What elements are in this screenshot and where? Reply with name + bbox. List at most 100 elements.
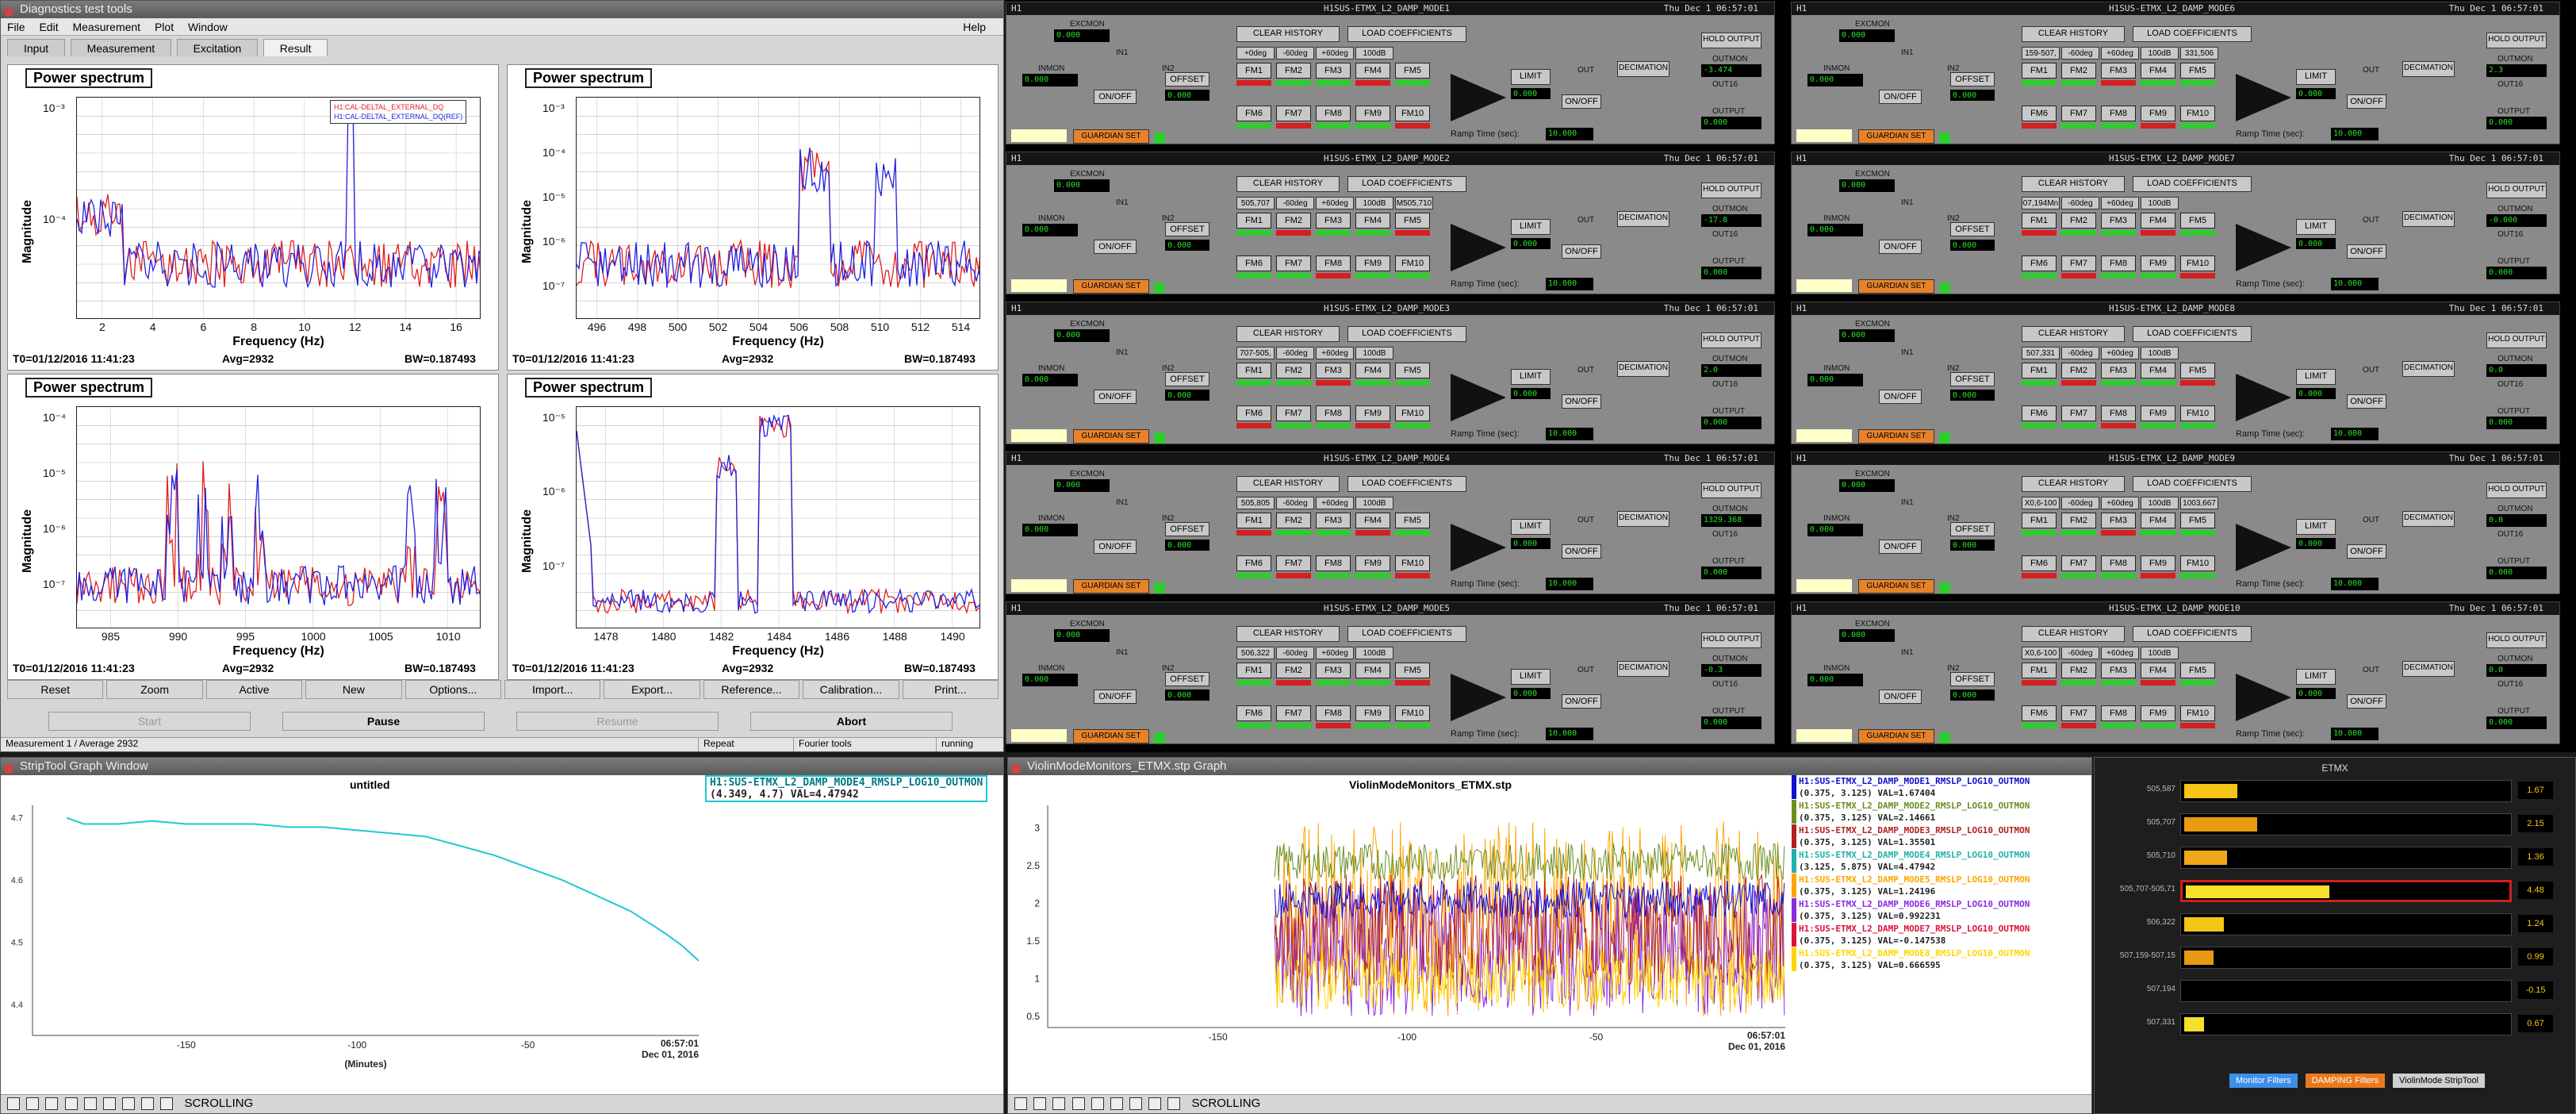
guardian-set-button[interactable]: GUARDIAN SET [1073, 129, 1149, 144]
guardian-set-button[interactable]: GUARDIAN SET [1858, 429, 1934, 444]
load-coefficients-button[interactable]: LOAD COEFFICIENTS [2133, 26, 2252, 42]
hold-output-button[interactable]: HOLD OUTPUT [1701, 33, 1761, 48]
offset-button[interactable]: OFFSET [1165, 672, 1209, 686]
fm6-button[interactable]: FM6 [1236, 705, 1271, 721]
fm9-button[interactable]: FM9 [1355, 405, 1390, 421]
scroll-right-icon[interactable] [1033, 1097, 1047, 1111]
close-icon[interactable] [4, 764, 13, 774]
gain-triangle[interactable] [2236, 524, 2291, 571]
gain-triangle[interactable] [2236, 674, 2291, 721]
fm3-button[interactable]: FM3 [1316, 663, 1351, 678]
fm1-button[interactable]: FM1 [2022, 663, 2057, 678]
abort-button[interactable]: Abort [750, 712, 953, 731]
refresh-icon[interactable] [1129, 1097, 1143, 1111]
offset-button[interactable]: OFFSET [1950, 522, 1995, 536]
fm10-button[interactable]: FM10 [2180, 106, 2215, 121]
decimation-button[interactable]: DECIMATION [1617, 511, 1669, 527]
fm8-button[interactable]: FM8 [2101, 705, 2136, 721]
fm10-button[interactable]: FM10 [2180, 405, 2215, 421]
dtt-titlebar[interactable]: Diagnostics test tools [1, 1, 1003, 18]
onoff-button[interactable]: ON/OFF [1094, 90, 1137, 104]
legend-item[interactable]: H1:SUS-ETMX_L2_DAMP_MODE5_RMSLP_LOG10_OU… [1792, 874, 2030, 897]
output-onoff-button[interactable]: ON/OFF [1562, 94, 1601, 109]
fm6-button[interactable]: FM6 [1236, 106, 1271, 121]
decimation-button[interactable]: DECIMATION [1617, 211, 1669, 227]
onoff-button[interactable]: ON/OFF [1094, 540, 1137, 554]
menu-measurement[interactable]: Measurement [72, 21, 140, 33]
fm8-button[interactable]: FM8 [1316, 255, 1351, 271]
close-icon[interactable] [4, 7, 13, 17]
fm4-button[interactable]: FM4 [1355, 363, 1390, 378]
limit-button[interactable]: LIMIT [2296, 669, 2336, 685]
clear-history-button[interactable]: CLEAR HISTORY [1236, 26, 1340, 42]
pause-icon[interactable] [1148, 1097, 1162, 1111]
scroll-right-icon[interactable] [26, 1097, 40, 1111]
fm4-button[interactable]: FM4 [1355, 213, 1390, 229]
menu-plot[interactable]: Plot [155, 21, 174, 33]
guardian-field[interactable] [1796, 129, 1852, 142]
reference-button[interactable]: Reference... [703, 680, 800, 699]
gain-triangle[interactable] [1451, 74, 1506, 121]
hold-output-button[interactable]: HOLD OUTPUT [2486, 33, 2547, 48]
onoff-button[interactable]: ON/OFF [1094, 240, 1137, 254]
guardian-set-button[interactable]: GUARDIAN SET [1073, 729, 1149, 743]
close-icon[interactable] [1011, 764, 1021, 774]
fm10-button[interactable]: FM10 [1395, 705, 1430, 721]
hold-output-button[interactable]: HOLD OUTPUT [1701, 632, 1761, 648]
guardian-set-button[interactable]: GUARDIAN SET [1073, 279, 1149, 294]
load-coefficients-button[interactable]: LOAD COEFFICIENTS [2133, 626, 2252, 642]
fm9-button[interactable]: FM9 [2141, 405, 2175, 421]
zoom-in-icon[interactable] [1052, 1097, 1066, 1111]
gain-triangle[interactable] [1451, 374, 1506, 421]
menu-window[interactable]: Window [188, 21, 228, 33]
limit-button[interactable]: LIMIT [2296, 219, 2336, 235]
hold-output-button[interactable]: HOLD OUTPUT [1701, 182, 1761, 198]
damping-filters-button[interactable]: DAMPING Filters [2305, 1074, 2386, 1088]
fm7-button[interactable]: FM7 [1276, 255, 1311, 271]
fm2-button[interactable]: FM2 [1276, 213, 1311, 229]
output-onoff-button[interactable]: ON/OFF [2347, 94, 2386, 109]
load-coefficients-button[interactable]: LOAD COEFFICIENTS [2133, 326, 2252, 342]
output-onoff-button[interactable]: ON/OFF [2347, 544, 2386, 559]
pause-icon[interactable] [141, 1097, 155, 1111]
fm3-button[interactable]: FM3 [1316, 513, 1351, 528]
reset-button[interactable]: Reset [7, 680, 104, 699]
menu-help[interactable]: Help [963, 18, 986, 36]
guardian-set-button[interactable]: GUARDIAN SET [1073, 429, 1149, 444]
violin-chart[interactable]: 3 2.5 2 1.5 1 0.5 -150 -100 -50 06:57:01Dec 01, 2… [1008, 789, 1801, 1091]
zoom-in-icon[interactable] [45, 1097, 59, 1111]
guardian-field[interactable] [1011, 429, 1067, 442]
hold-output-button[interactable]: HOLD OUTPUT [2486, 332, 2547, 348]
fm3-button[interactable]: FM3 [1316, 213, 1351, 229]
offset-button[interactable]: OFFSET [1165, 72, 1209, 86]
limit-button[interactable]: LIMIT [2296, 519, 2336, 535]
legend-item[interactable]: H1:SUS-ETMX_L2_DAMP_MODE7_RMSLP_LOG10_OU… [1792, 923, 2030, 947]
fm10-button[interactable]: FM10 [1395, 106, 1430, 121]
fm10-button[interactable]: FM10 [2180, 705, 2215, 721]
fm8-button[interactable]: FM8 [2101, 255, 2136, 271]
fm7-button[interactable]: FM7 [1276, 405, 1311, 421]
spectrum-svg[interactable] [577, 407, 980, 628]
gain-triangle[interactable] [2236, 374, 2291, 421]
onoff-button[interactable]: ON/OFF [1879, 90, 1922, 104]
guardian-field[interactable] [1011, 279, 1067, 292]
fm5-button[interactable]: FM5 [1395, 63, 1430, 79]
fm4-button[interactable]: FM4 [2141, 663, 2175, 678]
limit-button[interactable]: LIMIT [1511, 69, 1551, 85]
print-button[interactable]: Print... [902, 680, 999, 699]
fm3-button[interactable]: FM3 [2101, 63, 2136, 79]
hold-output-button[interactable]: HOLD OUTPUT [2486, 182, 2547, 198]
fm10-button[interactable]: FM10 [1395, 555, 1430, 571]
fm7-button[interactable]: FM7 [1276, 106, 1311, 121]
output-onoff-button[interactable]: ON/OFF [1562, 394, 1601, 409]
fm8-button[interactable]: FM8 [1316, 106, 1351, 121]
guardian-set-button[interactable]: GUARDIAN SET [1858, 729, 1934, 743]
legend-item[interactable]: H1:SUS-ETMX_L2_DAMP_MODE6_RMSLP_LOG10_OU… [1792, 898, 2030, 922]
fm10-button[interactable]: FM10 [1395, 255, 1430, 271]
fm9-button[interactable]: FM9 [2141, 106, 2175, 121]
pause-button[interactable]: Pause [282, 712, 485, 731]
load-coefficients-button[interactable]: LOAD COEFFICIENTS [1347, 626, 1466, 642]
fm9-button[interactable]: FM9 [2141, 255, 2175, 271]
fm4-button[interactable]: FM4 [2141, 363, 2175, 378]
fm7-button[interactable]: FM7 [2061, 405, 2096, 421]
